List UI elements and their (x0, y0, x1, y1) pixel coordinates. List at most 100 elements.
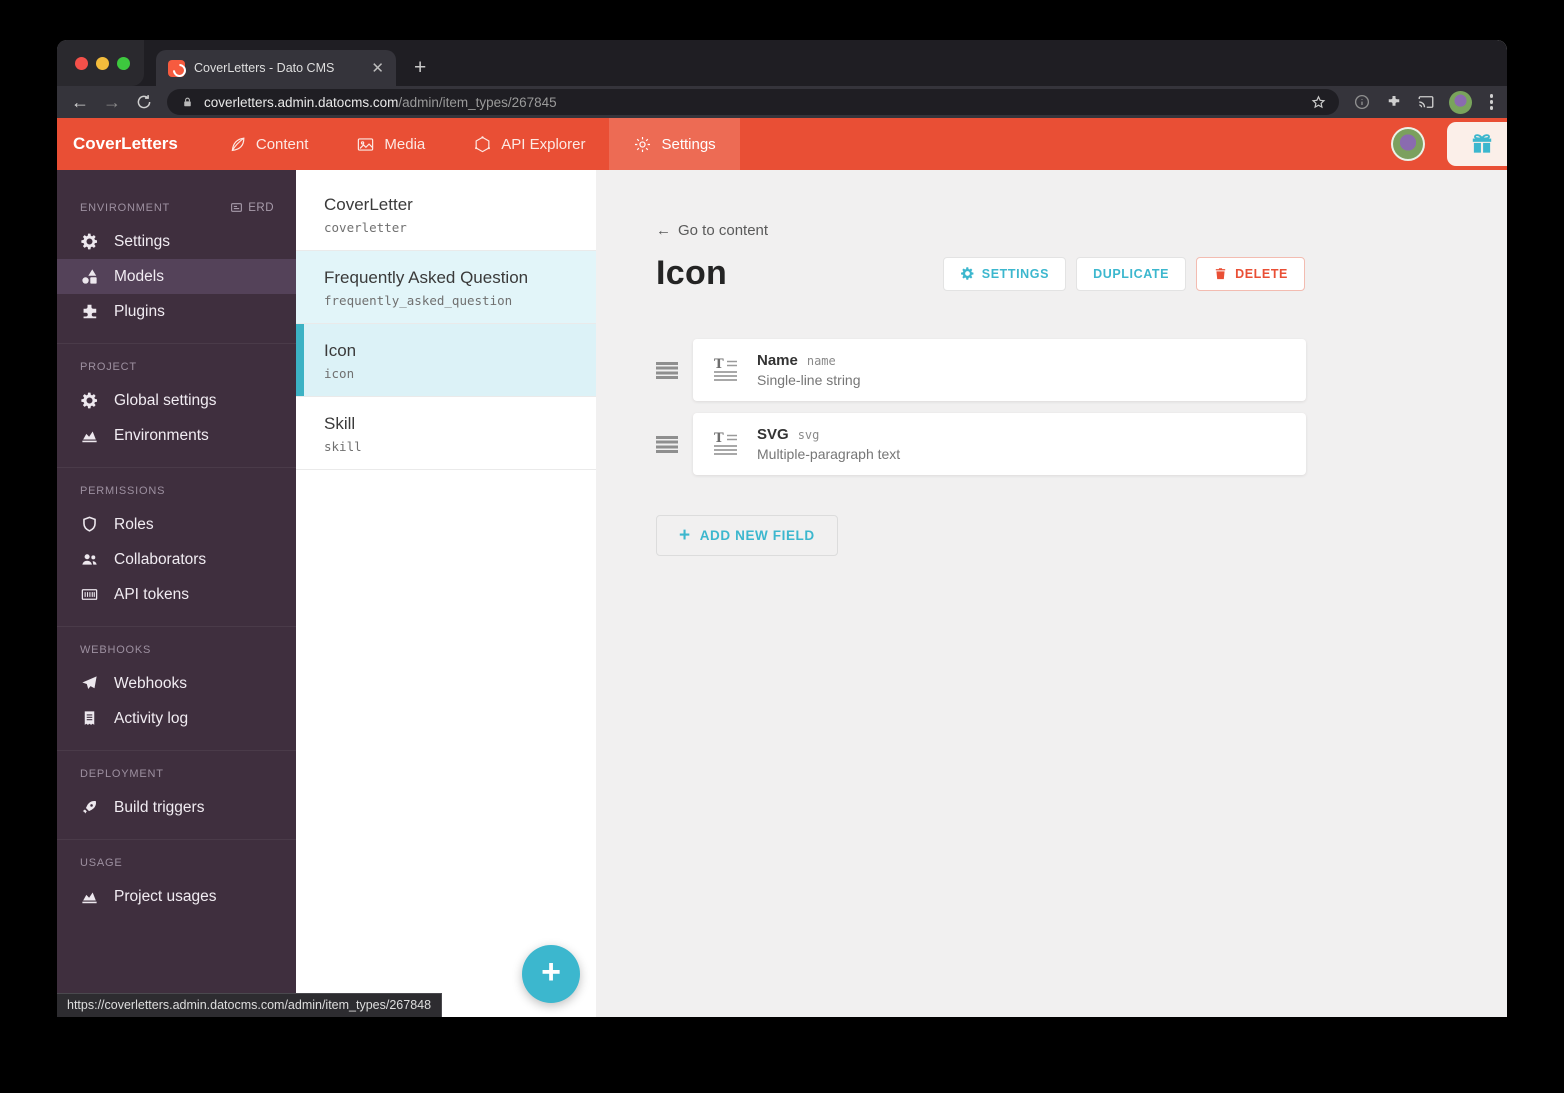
maximize-window-button[interactable] (117, 56, 130, 70)
plus-icon: + (541, 953, 561, 991)
duplicate-button[interactable]: DUPLICATE (1076, 256, 1187, 291)
erd-button[interactable]: ERD (230, 201, 274, 214)
nav-item-api-explorer[interactable]: API Explorer (449, 118, 609, 170)
nav-item-settings[interactable]: Settings (609, 118, 740, 170)
info-icon[interactable] (1353, 93, 1371, 111)
close-window-button[interactable] (75, 56, 88, 70)
status-bar-url: https://coverletters.admin.datocms.com/a… (57, 993, 443, 1017)
url-bar[interactable]: coverletters.admin.datocms.com/admin/ite… (167, 89, 1339, 115)
go-to-content-link[interactable]: ← Go to content (656, 222, 768, 239)
nav-item-label: Media (384, 135, 426, 153)
diagram-icon (231, 203, 243, 212)
sidebar-item-environments[interactable]: Environments (57, 418, 296, 453)
drag-handle-icon[interactable] (656, 361, 678, 379)
nav-item-label: Content (255, 135, 309, 153)
svg-text:T: T (714, 431, 724, 446)
datocms-favicon-icon (168, 59, 185, 77)
nav-item-content[interactable]: Content (204, 118, 333, 170)
sidebar-item-build-triggers[interactable]: Build triggers (57, 790, 296, 825)
url-path: /admin/item_types/267845 (398, 94, 557, 110)
receipt-icon (80, 709, 99, 728)
new-tab-button[interactable]: + (414, 57, 426, 78)
browser-menu-icon[interactable] (1486, 94, 1498, 110)
back-link-label: Go to content (678, 222, 769, 239)
url-text: coverletters.admin.datocms.com/admin/ite… (204, 95, 1300, 110)
browser-profile-avatar[interactable] (1448, 90, 1472, 114)
app-top-nav: CoverLetters Content Media API Explorer … (57, 118, 1507, 170)
sidebar-item-label: Plugins (114, 302, 165, 320)
paper-plane-icon (80, 674, 99, 693)
settings-button[interactable]: SETTINGS (942, 256, 1067, 291)
app-brand[interactable]: CoverLetters (57, 118, 204, 170)
field-card-name[interactable]: T Name name Single-line string (693, 339, 1306, 401)
sidebar-item-collaborators[interactable]: Collaborators (57, 542, 296, 577)
model-item-icon[interactable]: Icon icon (296, 324, 596, 397)
url-host: coverletters.admin.datocms.com (204, 94, 399, 110)
extensions-icon[interactable] (1385, 93, 1403, 111)
section-label-deployment: DEPLOYMENT (80, 768, 164, 780)
field-api-key: name (806, 354, 836, 368)
field-card-svg[interactable]: T SVG svg Multiple-paragraph text (693, 413, 1306, 475)
tab-title: CoverLetters - Dato CMS (194, 61, 335, 75)
browser-tab[interactable]: CoverLetters - Dato CMS ✕ (156, 50, 396, 86)
sidebar-item-settings[interactable]: Settings (57, 224, 296, 259)
sidebar-item-label: Global settings (114, 391, 217, 409)
sidebar-item-project-usages[interactable]: Project usages (57, 879, 296, 914)
nav-item-media[interactable]: Media (332, 118, 449, 170)
api-explorer-icon (473, 135, 492, 154)
settings-button-label: SETTINGS (981, 266, 1050, 281)
drag-handle-icon[interactable] (656, 435, 678, 453)
add-model-button[interactable]: + (522, 945, 580, 1003)
sidebar-item-label: Roles (114, 515, 154, 533)
model-api-key: icon (324, 366, 355, 381)
area-chart-icon (80, 426, 99, 445)
delete-button[interactable]: DELETE (1196, 256, 1305, 291)
sidebar-item-webhooks[interactable]: Webhooks (57, 666, 296, 701)
add-new-field-button[interactable]: + ADD NEW FIELD (656, 515, 838, 556)
back-icon[interactable]: ← (71, 93, 89, 111)
sidebar-section-project: PROJECT Global settings Environments (57, 343, 296, 467)
sidebar-item-label: Activity log (114, 709, 189, 727)
nav-item-label: Settings (661, 135, 716, 153)
tab-close-icon[interactable]: ✕ (369, 59, 386, 77)
reload-icon[interactable] (135, 93, 153, 111)
sidebar-item-roles[interactable]: Roles (57, 507, 296, 542)
section-label-usage: USAGE (80, 857, 123, 869)
sidebar-section-usage: USAGE Project usages (57, 839, 296, 928)
sidebar-item-global-settings[interactable]: Global settings (57, 383, 296, 418)
model-item-frequently-asked-question[interactable]: Frequently Asked Question frequently_ask… (296, 251, 596, 324)
sidebar-item-activity-log[interactable]: Activity log (57, 701, 296, 736)
model-name: CoverLetter (324, 195, 413, 214)
sidebar-item-plugins[interactable]: Plugins (57, 294, 296, 329)
sidebar-item-api-tokens[interactable]: API tokens (57, 577, 296, 612)
bookmark-star-icon[interactable] (1310, 94, 1327, 111)
text-field-icon: T (714, 357, 737, 381)
user-avatar[interactable] (1391, 127, 1425, 161)
tab-strip: CoverLetters - Dato CMS ✕ + (57, 40, 1507, 86)
barcode-icon (80, 585, 99, 604)
add-new-field-label: ADD NEW FIELD (699, 528, 815, 543)
model-name: Icon (324, 341, 357, 360)
field-type: Single-line string (757, 372, 861, 388)
sidebar-item-label: Build triggers (114, 798, 205, 816)
puzzle-icon (80, 302, 99, 321)
model-item-skill[interactable]: Skill skill (296, 397, 596, 470)
duplicate-button-label: DUPLICATE (1093, 266, 1170, 281)
sidebar-item-models[interactable]: Models (57, 259, 296, 294)
field-api-key: svg (797, 428, 820, 442)
sidebar-section-deployment: DEPLOYMENT Build triggers (57, 750, 296, 839)
field-row-svg: T SVG svg Multiple-paragraph text (656, 413, 1507, 475)
browser-window: CoverLetters - Dato CMS ✕ + ← → coverlet… (57, 40, 1507, 1017)
page-title: Icon (656, 254, 728, 292)
model-detail-panel: ← Go to content Icon SETTINGS DUPLICATE … (596, 170, 1507, 1017)
sidebar-item-label: Models (114, 267, 164, 285)
rocket-icon (80, 798, 99, 817)
shield-icon (80, 515, 99, 534)
browser-toolbar: ← → coverletters.admin.datocms.com/admin… (57, 86, 1507, 118)
model-item-coverletter[interactable]: CoverLetter coverletter (296, 178, 596, 251)
cast-icon[interactable] (1417, 93, 1435, 111)
forward-icon[interactable]: → (103, 93, 121, 111)
gift-button[interactable] (1447, 122, 1507, 166)
gear-icon (80, 391, 99, 410)
minimize-window-button[interactable] (96, 56, 109, 70)
